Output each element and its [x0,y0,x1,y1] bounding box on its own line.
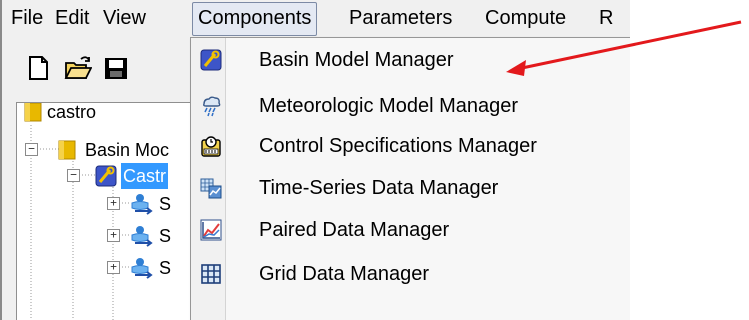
annotation-arrow [506,20,742,76]
